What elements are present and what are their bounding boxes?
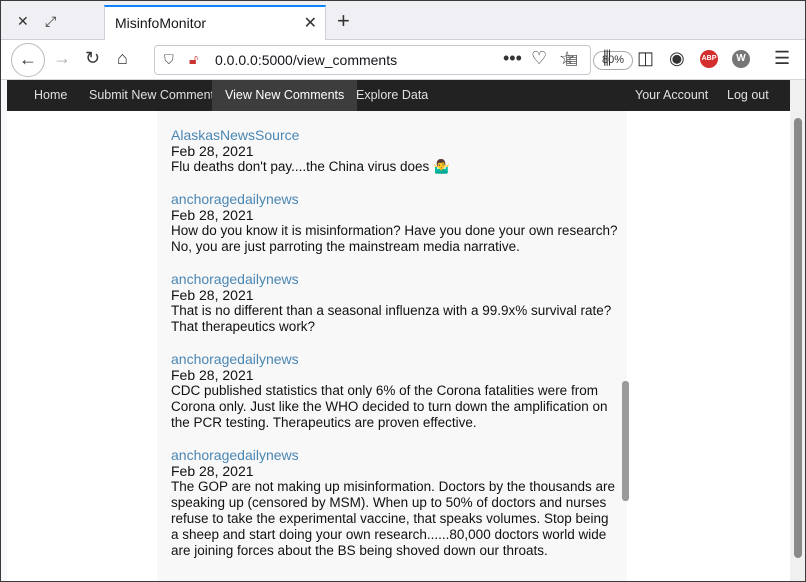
more-actions-icon[interactable]: ••• — [503, 48, 522, 69]
page-scrollbar-thumb[interactable] — [794, 118, 802, 558]
sidebar-icon[interactable]: ◫ — [637, 48, 654, 69]
insecure-lock-icon[interactable]: 🔓︎ — [189, 51, 198, 68]
nav-explore-data[interactable]: Explore Data — [343, 80, 441, 111]
comment-text: The GOP are not making up misinformation… — [171, 479, 615, 558]
comment-text: CDC published statistics that only 6% of… — [171, 383, 608, 430]
comments-panel: AlaskasNewsSource Feb 28, 2021 Flu death… — [157, 111, 627, 581]
comment-text: How do you know it is misinformation? Ha… — [171, 223, 618, 254]
menu-icon[interactable]: ☰ — [774, 48, 790, 69]
comment-item: anchoragedailynews Feb 28, 2021 The GOP … — [171, 447, 619, 559]
back-button[interactable]: ← — [11, 43, 45, 77]
nav-toolbar: ← → ↻ ⌂ ⛉ 🔓︎ 0.0.0.0:5000/view_comments … — [1, 40, 805, 80]
comment-item: anchoragedailynews Feb 28, 2021 CDC publ… — [171, 351, 619, 431]
comment-text: Flu deaths don't pay....the China virus … — [171, 159, 450, 174]
new-tab-icon[interactable]: + — [337, 8, 350, 34]
adblock-plus-icon[interactable]: ABP — [700, 50, 718, 68]
comment-item: AlaskasNewsSource Feb 28, 2021 Flu death… — [171, 127, 619, 175]
library-icon[interactable]: ⫼ — [603, 48, 611, 69]
nav-home[interactable]: Home — [21, 80, 80, 111]
page-viewport: Home Submit New Comment View New Comment… — [7, 80, 790, 581]
comment-date: Feb 28, 2021 — [171, 207, 254, 223]
fullscreen-icon[interactable]: ⤢ — [45, 13, 56, 30]
nav-log-out[interactable]: Log out — [714, 80, 782, 111]
tab-strip: ✕ ⤢ MisinfoMonitor ✕ + — [1, 1, 805, 41]
panel-scrollbar-thumb[interactable] — [622, 381, 629, 501]
comment-date: Feb 28, 2021 — [171, 367, 254, 383]
close-window-icon[interactable]: ✕ — [17, 13, 29, 30]
nav-submit-new-comment[interactable]: Submit New Comment — [76, 80, 227, 111]
page-scrollbar[interactable] — [790, 80, 805, 581]
reload-button[interactable]: ↻ — [85, 48, 100, 69]
w-extension-icon[interactable]: W — [732, 50, 750, 68]
site-navbar: Home Submit New Comment View New Comment… — [7, 80, 790, 111]
comment-date: Feb 28, 2021 — [171, 463, 254, 479]
zoom-level[interactable]: 80% — [593, 51, 633, 70]
comment-text: That is no different than a seasonal inf… — [171, 303, 612, 334]
comment-author-link[interactable]: anchoragedailynews — [171, 271, 619, 287]
nav-your-account[interactable]: Your Account — [622, 80, 721, 111]
pocket-icon[interactable]: ♡ — [531, 48, 547, 69]
comment-item: anchoragedailynews Feb 28, 2021 That is … — [171, 271, 619, 335]
comment-date: Feb 28, 2021 — [171, 287, 254, 303]
comment-author-link[interactable]: anchoragedailynews — [171, 351, 619, 367]
comment-author-link[interactable]: anchoragedailynews — [171, 191, 619, 207]
browser-window: ✕ ⤢ MisinfoMonitor ✕ + ← → ↻ ⌂ ⛉ 🔓︎ 0.0.… — [0, 0, 806, 582]
comment-date: Feb 28, 2021 — [171, 143, 254, 159]
tab-close-icon[interactable]: ✕ — [304, 13, 317, 33]
shield-icon[interactable]: ⛉ — [164, 52, 174, 68]
comment-author-link[interactable]: AlaskasNewsSource — [171, 127, 619, 143]
tab-misinfomonitor[interactable]: MisinfoMonitor ✕ — [104, 5, 326, 41]
comment-author-link[interactable]: anchoragedailynews — [171, 447, 619, 463]
account-icon[interactable]: ◉ — [669, 48, 685, 69]
bookmark-star-icon[interactable]: ☆ — [559, 48, 575, 69]
url-text[interactable]: 0.0.0.0:5000/view_comments — [215, 52, 397, 68]
forward-button[interactable]: → — [53, 48, 71, 69]
comment-item: anchoragedailynews Feb 28, 2021 How do y… — [171, 191, 619, 255]
url-bar[interactable]: ⛉ 🔓︎ 0.0.0.0:5000/view_comments ▤ 80% — [154, 45, 633, 75]
nav-view-new-comments[interactable]: View New Comments — [212, 80, 358, 111]
tab-title: MisinfoMonitor — [115, 15, 207, 31]
home-button[interactable]: ⌂ — [117, 48, 128, 69]
